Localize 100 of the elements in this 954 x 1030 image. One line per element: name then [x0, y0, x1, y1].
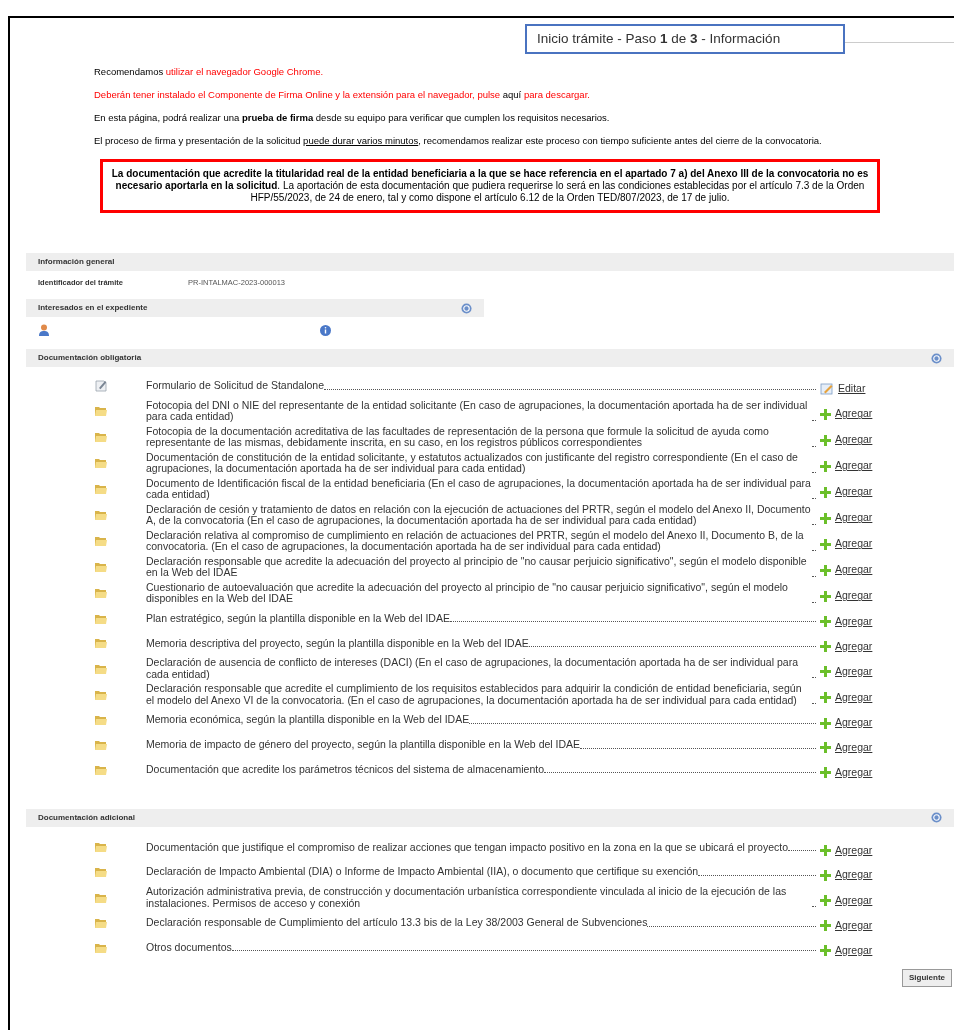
section-title: Información general	[38, 256, 115, 268]
section-title: Documentación adicional	[38, 811, 135, 824]
action-link[interactable]: Editar	[838, 381, 866, 397]
document-name: Formulario de Solicitud de Standalone	[146, 380, 325, 392]
plus-icon[interactable]	[820, 538, 831, 550]
folder-icon	[94, 483, 108, 496]
action-link[interactable]: Agregar	[835, 638, 873, 655]
help-icon[interactable]	[931, 352, 942, 364]
action-link[interactable]: Agregar	[835, 484, 873, 501]
folder-icon	[94, 891, 108, 904]
action-link[interactable]: Agregar	[835, 588, 873, 605]
plus-icon[interactable]	[820, 742, 831, 754]
folder-icon	[94, 405, 108, 418]
action-link[interactable]: Agregar	[835, 510, 873, 527]
folder-icon	[94, 738, 108, 751]
help-icon[interactable]	[931, 812, 942, 823]
action-link[interactable]: Agregar	[835, 867, 873, 883]
action-link[interactable]: Agregar	[835, 842, 873, 859]
folder-icon	[94, 431, 108, 444]
plus-icon[interactable]	[820, 945, 831, 957]
action-link[interactable]: Agregar	[835, 432, 873, 449]
intro-paragraph: En esta página, podrá realizar una prueba de firma desde su equipo para verificar que cumplen los requisitos necesarios.	[94, 112, 611, 124]
info-icon[interactable]	[320, 324, 331, 336]
document-name: Documentación que justifique el compromiso de realizar acciones que tengan impacto positivo en la zona en la que se ubicará el proyecto	[146, 841, 789, 854]
folder-icon	[94, 457, 108, 470]
document-name: Otros documentos	[146, 941, 232, 954]
plus-icon[interactable]	[820, 692, 831, 704]
folder-icon	[94, 509, 108, 522]
folder-icon	[94, 612, 108, 625]
plus-icon[interactable]	[820, 434, 831, 446]
folder-icon	[94, 535, 108, 548]
plus-icon[interactable]	[820, 512, 831, 524]
action-link[interactable]: Agregar	[835, 536, 873, 553]
document-name: Declaración de cesión y tratamiento de datos en relación con la ejecución de actuaciones del PRTR, según el modelo del Anexo II, Documento A, de la convocatoria (En el caso de agrupaciones, la documentación aportada ha de ser individual para cada entidad)	[146, 503, 812, 527]
document-icon	[94, 379, 108, 393]
plus-icon[interactable]	[820, 590, 831, 602]
folder-icon	[94, 587, 108, 600]
action-link[interactable]: Agregar	[835, 942, 873, 959]
folder-icon	[94, 561, 108, 574]
action-link[interactable]: Agregar	[835, 663, 873, 680]
help-icon[interactable]	[461, 302, 472, 314]
document-name: Declaración de ausencia de conflicto de intereses (DACI) (En el caso de agrupaciones, la documentación aportada ha de ser individual para cada entidad)	[146, 657, 799, 681]
action-link[interactable]: Agregar	[835, 613, 873, 630]
document-name: Declaración de Impacto Ambiental (DIA) o Informe de Impacto Ambiental (IIA), o documento que certifique su exención	[146, 866, 699, 878]
document-name: Declaración relativa al compromiso de cumplimiento en relación de actuaciones del PRTR, según el modelo del Anexo II, Documento B, de la convocatoria. (En el caso de agrupaciones, la documentación aportada ha de ser individual para cada entidad)	[146, 529, 805, 553]
document-name: Memoria descriptiva del proyecto, según la plantilla disponible en la Web del IDAE	[146, 637, 529, 650]
folder-icon	[94, 637, 108, 650]
folder-icon	[94, 941, 108, 954]
folder-icon	[94, 841, 108, 854]
plus-icon[interactable]	[820, 666, 831, 678]
folder-icon	[94, 662, 108, 675]
document-name: Declaración responsable de Cumplimiento del artículo 13.3 bis de la Ley 38/2003 General de Subvenciones	[146, 917, 648, 929]
plus-icon[interactable]	[820, 564, 831, 576]
action-link[interactable]: Agregar	[835, 740, 873, 756]
plus-icon[interactable]	[820, 486, 831, 498]
document-name: Fotocopia del DNI o NIE del representante de la entidad solicitante (En caso de agrupaciones, la documentación aportada ha de ser individual para cada entidad)	[146, 399, 809, 423]
next-button[interactable]: Siguiente	[902, 968, 952, 987]
plus-icon[interactable]	[820, 920, 831, 932]
action-link[interactable]: Agregar	[835, 458, 873, 475]
folder-icon	[94, 916, 108, 929]
section-title: Interesados en el expediente	[38, 302, 148, 314]
person-icon	[38, 324, 50, 336]
plus-icon[interactable]	[820, 616, 831, 628]
document-name: Memoria de impacto de género del proyecto, según la plantilla disponible en la Web del IDAE	[146, 739, 581, 751]
folder-icon	[94, 688, 108, 701]
document-name: Plan estratégico, según la plantilla disponible en la Web del IDAE	[146, 612, 450, 625]
plus-icon[interactable]	[820, 717, 831, 729]
plus-icon[interactable]	[820, 895, 831, 906]
action-link[interactable]: Agregar	[835, 406, 873, 423]
intro-paragraph: Recomendamos utilizar el navegador Google Chrome.	[94, 66, 325, 78]
action-link[interactable]: Agregar	[835, 715, 873, 731]
notice-box: La documentación que acredite la titularidad real de la entidad beneficiaria a la que se hace referencia en el apartado 7 a) del Anexo III de la convocatoria no es necesario aportarla en la solicitud. La aportación de esta documentación que pudiera requerirse lo será en las condiciones establecidas por el artículo 7.3 de la Orden HFP/55/2023, de 24 de enero, tal y como dispone el artículo 6.12 de la Orden TED/807/2023, de 17 de julio.	[100, 159, 880, 213]
document-name: Documentación de constitución de la entidad solicitante, y estatutos actualizados con justificante del registro correspondiente (En el caso de agrupaciones, la documentación aportada ha de ser individual para cada entidad)	[146, 451, 799, 475]
document-name: Cuestionario de autoevaluación que acredite la adecuación del proyecto al principio de "no causar perjuicio significativo", según el modelo disponibles en la Web del IDAE	[146, 581, 789, 605]
action-link[interactable]: Agregar	[835, 892, 873, 909]
action-link[interactable]: Agregar	[835, 764, 873, 781]
action-link[interactable]: Agregar	[835, 918, 873, 934]
plus-icon[interactable]	[820, 460, 831, 472]
action-link[interactable]: Agregar	[835, 689, 873, 706]
plus-icon[interactable]	[820, 408, 831, 420]
page-title: Inicio trámite - Paso 1 de 3 - Información	[525, 24, 845, 54]
folder-icon	[94, 866, 108, 879]
action-link[interactable]: Agregar	[835, 562, 873, 579]
section-title: Documentación obligatoria	[38, 352, 142, 364]
plus-icon[interactable]	[820, 640, 831, 652]
intro-paragraph: Deberán tener instalado el Componente de Firma Online y la extensión para el navegador, pulse aquí para descargar.	[94, 89, 591, 101]
folder-icon	[94, 763, 108, 776]
document-name: Documento de Identificación fiscal de la entidad beneficiaria (En el caso de agrupaciones, la documentación aportada ha de ser individual para cada entidad)	[146, 477, 812, 501]
edit-icon[interactable]	[820, 382, 834, 395]
plus-icon[interactable]	[820, 844, 831, 856]
document-name: Autorización administrativa previa, de construcción y documentación urbanística correspondiente vinculada al inicio de la ejecución de las instalaciones. Permisos de acceso y conexión	[146, 886, 788, 909]
document-name: Declaración responsable que acredite la adecuación del proyecto al principio de "no causar perjuicio significativo", según el modelo disponible en la Web del IDAE	[146, 555, 808, 579]
plus-icon[interactable]	[820, 869, 831, 881]
intro-paragraph: El proceso de firma y presentación de la solicitud puede durar varios minutos, recomendamos realizar este proceso con tiempo suficiente antes del cierre de la convocatoria.	[94, 135, 823, 147]
document-name: Declaración responsable que acredite el cumplimiento de los requisitos establecidos para adquirir la condición de entidad beneficiaria, según el modelo del Anexo VI de la convocatoria. (En el caso de agrupaciones, la documentación aportada ha de ser individual para cada entidad)	[146, 683, 803, 707]
document-name: Memoria económica, según la plantilla disponible en la Web del IDAE	[146, 714, 470, 726]
plus-icon[interactable]	[820, 767, 831, 779]
document-name: Documentación que acredite los parámetros técnicos del sistema de almacenamiento	[146, 763, 545, 776]
document-name: Fotocopia de la documentación acreditativa de las facultades de representación de la persona que formule la solicitud de ayuda como representante de las mismas, debidamente inscrita, en su caso, en los registros públicos correspondientes	[146, 425, 770, 449]
folder-icon	[94, 714, 108, 727]
